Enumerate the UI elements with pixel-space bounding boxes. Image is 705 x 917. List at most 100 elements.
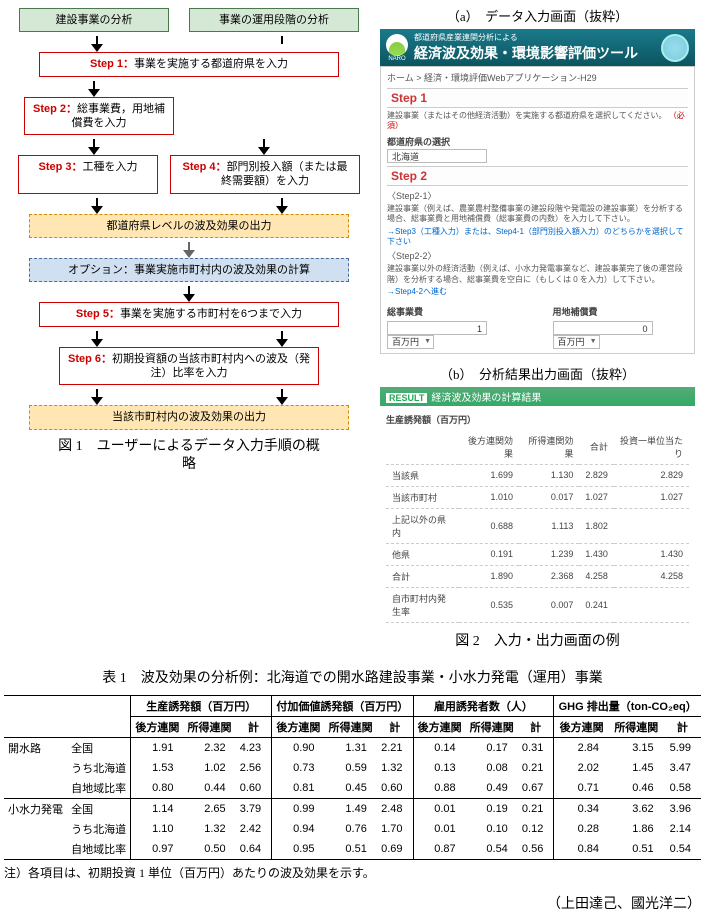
step2-link[interactable]: →Step3（工種入力）または、Step4-1（部門別投入額入力）のどちらかを選… (387, 227, 688, 248)
pref-output-box: 都道府県レベルの波及効果の出力 (29, 214, 349, 238)
big-cell: 0.81 (272, 778, 325, 799)
big-cell: 3.15 (609, 737, 664, 758)
result-row-label: 自市町村内発生率 (386, 587, 459, 622)
big-row-cat: 小水力発電 (4, 798, 67, 819)
big-sub-header: 後方連関 (554, 716, 609, 737)
step6-text: 初期投資額の当該市町村内への波及（発注）比率を入力 (112, 353, 310, 379)
big-cell: 2.48 (377, 798, 413, 819)
result-title: 経済波及効果の計算結果 (431, 393, 541, 404)
big-cell: 1.86 (609, 819, 664, 839)
result-cell: 0.007 (519, 587, 579, 622)
result-col-header: 投資一単位当たり (614, 430, 689, 465)
result-cell: 1.430 (579, 543, 614, 565)
result-row: 上記以外の県内0.6881.1131.802 (386, 508, 689, 543)
big-cell: 0.46 (609, 778, 664, 799)
step2-text: 総事業費，用地補償費を入力 (72, 103, 166, 129)
big-cell: 0.90 (272, 737, 325, 758)
big-cell: 0.64 (236, 839, 272, 860)
big-cell: 1.49 (325, 798, 377, 819)
big-cell: 0.34 (554, 798, 609, 819)
step2-1-head: 〈Step2-1〉 (387, 189, 688, 202)
big-cell: 0.73 (272, 758, 325, 778)
land-cost-unit[interactable]: 百万円 (553, 335, 600, 349)
big-cell: 2.84 (554, 737, 609, 758)
big-row: 自地域比率0.800.440.600.810.450.600.880.490.6… (4, 778, 701, 799)
result-bar: RESULT 経済波及効果の計算結果 (380, 387, 695, 406)
big-group-header: 付加価値誘発額（百万円） (272, 695, 413, 716)
big-cell: 0.51 (609, 839, 664, 860)
big-cell: 0.99 (272, 798, 325, 819)
result-cell: 1.113 (519, 508, 579, 543)
big-cell: 0.60 (236, 778, 272, 799)
pref-select[interactable]: 北海道 (387, 149, 487, 163)
big-cell: 0.84 (554, 839, 609, 860)
biz-cost-input[interactable]: 1 (387, 321, 487, 335)
step2-1-text: 建設事業（例えば、農業農村整備事業の建設段階や発電設の建設事業）を分析する場合、… (387, 204, 688, 225)
big-cell: 2.14 (664, 819, 701, 839)
step2-2-head: 〈Step2-2〉 (387, 249, 688, 262)
big-cell: 0.19 (466, 798, 518, 819)
land-cost-input[interactable]: 0 (553, 321, 653, 335)
result-tag: RESULT (386, 393, 427, 403)
result-cell (614, 587, 689, 622)
big-cell: 0.01 (413, 798, 466, 819)
step4-label: Step 4： (182, 161, 226, 173)
result-row: 当該県1.6991.1302.8292.829 (386, 464, 689, 486)
big-group-header: 生産誘発額（百万円） (131, 695, 272, 716)
big-sub-header: 所得連関 (325, 716, 377, 737)
big-cell: 0.54 (466, 839, 518, 860)
big-cell: 0.76 (325, 819, 377, 839)
result-row: 合計1.8902.3684.2584.258 (386, 565, 689, 587)
result-row: 他県0.1911.2391.4301.430 (386, 543, 689, 565)
result-cell: 1.130 (519, 464, 579, 486)
biz-cost-unit[interactable]: 百万円 (387, 335, 434, 349)
tool-header: NARO 都道府県産業連関分析による 経済波及効果・環境影響評価ツール (380, 29, 695, 66)
result-cell: 0.017 (519, 486, 579, 508)
big-row-sub: うち北海道 (67, 758, 131, 778)
result-row-label: 合計 (386, 565, 459, 587)
big-cell: 5.99 (664, 737, 701, 758)
big-row-cat: 開水路 (4, 737, 67, 758)
result-table: 後方連関効果所得連関効果合計投資一単位当たり当該県1.6991.1302.829… (386, 430, 689, 623)
big-cell: 3.96 (664, 798, 701, 819)
big-cell: 0.88 (413, 778, 466, 799)
option-box: オプション：事業実施市町村内の波及効果の計算 (29, 258, 349, 282)
result-row: 当該市町村1.0100.0171.0271.027 (386, 486, 689, 508)
big-cell: 1.45 (609, 758, 664, 778)
muni-output-box: 当該市町村内の波及効果の出力 (29, 405, 349, 429)
big-sub-header: 後方連関 (413, 716, 466, 737)
big-cell: 4.23 (236, 737, 272, 758)
land-cost-label: 用地補償費 (553, 305, 689, 318)
step6-label: Step 6： (68, 353, 112, 365)
result-cell (614, 508, 689, 543)
breadcrumb[interactable]: ホーム > 経済・環境評価Webアプリケーション-H29 (387, 71, 688, 84)
big-cell: 0.54 (664, 839, 701, 860)
result-cell: 1.802 (579, 508, 614, 543)
header-title: 経済波及効果・環境影響評価ツール (414, 43, 638, 63)
result-col-header: 合計 (579, 430, 614, 465)
big-cell: 0.59 (325, 758, 377, 778)
step1-label: Step 1： (90, 58, 134, 70)
big-cell: 0.31 (518, 737, 554, 758)
big-cell: 0.44 (183, 778, 235, 799)
result-cell: 1.027 (614, 486, 689, 508)
big-cell: 0.71 (554, 778, 609, 799)
step1-bar: Step 1 (387, 88, 688, 108)
big-row-sub: うち北海道 (67, 819, 131, 839)
big-cell: 0.08 (466, 758, 518, 778)
step3-box: Step 3：工種を入力 (18, 155, 158, 194)
big-row-sub: 全国 (67, 798, 131, 819)
big-row-cat (4, 758, 67, 778)
big-cell: 1.31 (325, 737, 377, 758)
step1-note: 建設事業（またはその他経済活動）を実施する都道府県を選択してください。 （必須） (387, 111, 688, 132)
big-cell: 0.67 (518, 778, 554, 799)
step6-box: Step 6：初期投資額の当該市町村内への波及（発注）比率を入力 (59, 347, 319, 386)
big-cell: 0.21 (518, 758, 554, 778)
step2-goto[interactable]: →Step4-2へ進む (387, 287, 688, 297)
pref-label: 都道府県の選択 (387, 135, 688, 148)
naro-logo-text: NARO (388, 56, 405, 62)
result-cell: 1.890 (459, 565, 519, 587)
step2-label: Step 2： (33, 103, 77, 115)
result-row-label: 他県 (386, 543, 459, 565)
big-row-cat (4, 819, 67, 839)
